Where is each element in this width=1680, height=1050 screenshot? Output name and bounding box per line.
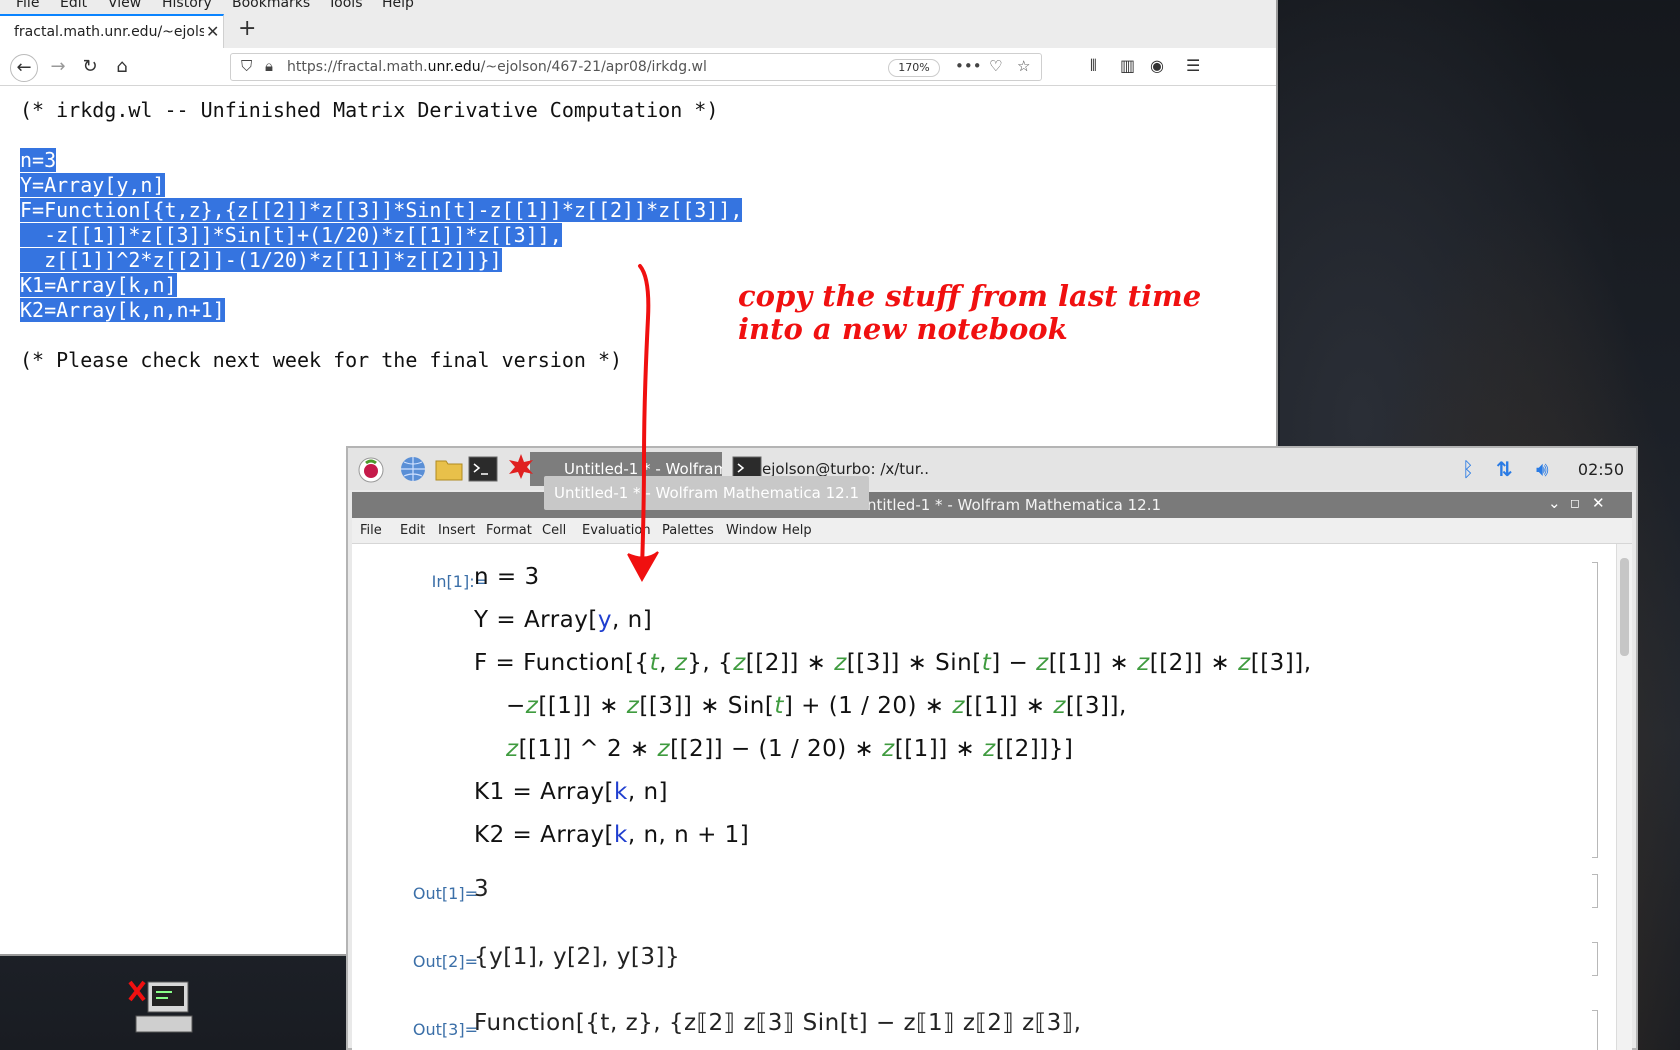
raspberry-pi-vnc-window: Untitled-1 * - Wolfram ... ejolson@turbo…: [346, 446, 1638, 1050]
hamburger-menu-icon[interactable]: ☰: [1186, 56, 1200, 75]
maximize-icon[interactable]: ◻: [1570, 496, 1580, 510]
network-icon[interactable]: ⇅: [1496, 457, 1513, 481]
input-line-k2[interactable]: K2 = Array[k, n, n + 1]: [474, 822, 749, 848]
zoom-level-badge[interactable]: 170%: [888, 59, 940, 77]
volume-icon[interactable]: 🔊︎: [1536, 457, 1549, 481]
mm-menu-help[interactable]: Help: [782, 523, 812, 538]
page-actions-icon[interactable]: •••: [955, 57, 982, 75]
mm-menu-edit[interactable]: Edit: [400, 523, 425, 538]
mm-menu-format[interactable]: Format: [486, 523, 532, 538]
bookmark-star-icon[interactable]: ☆: [1017, 57, 1030, 75]
selected-code-line[interactable]: F=Function[{t,z},{z[[2]]*z[[3]]*Sin[t]-z…: [20, 198, 743, 222]
input-line-k1[interactable]: K1 = Array[k, n]: [474, 779, 668, 805]
selected-code-line[interactable]: K2=Array[k,n,n+1]: [20, 298, 225, 322]
selected-code-line[interactable]: K1=Array[k,n]: [20, 273, 177, 297]
input-line-f1[interactable]: F = Function[{t, z}, {z[[2]] ∗ z[[3]] ∗ …: [474, 650, 1312, 676]
menu-file[interactable]: File: [16, 0, 39, 11]
out2-value: {y[1], y[2], y[3]}: [474, 944, 681, 970]
tab-title: fractal.math.unr.edu/~ejolson: [14, 24, 204, 40]
notebook-scrollbar[interactable]: [1616, 544, 1632, 1050]
shield-icon[interactable]: ⛉: [241, 57, 252, 75]
source-header-comment: (* irkdg.wl -- Unfinished Matrix Derivat…: [20, 98, 719, 122]
new-tab-icon[interactable]: +: [238, 16, 256, 41]
account-icon[interactable]: ◉: [1150, 56, 1164, 75]
menu-history[interactable]: History: [162, 0, 212, 11]
notebook-area[interactable]: In[1]:= n = 3 Y = Array[y, n] F = Functi…: [352, 544, 1632, 1050]
tab-irkdg[interactable]: fractal.math.unr.edu/~ejolson ✕: [0, 14, 224, 48]
menu-view[interactable]: View: [108, 0, 141, 11]
out3-cell-bracket[interactable]: [1592, 1010, 1598, 1050]
out1-label: Out[1]=: [412, 884, 478, 903]
close-icon[interactable]: ✕: [1592, 494, 1605, 512]
mathematica-spikey-icon: [509, 454, 533, 479]
out1-value: 3: [474, 876, 490, 902]
out3-value: Function[{t, z}, {z⟦2⟧ z⟦3⟧ Sin[t] − z⟦1…: [474, 1010, 1082, 1036]
file-manager-folder-icon[interactable]: [434, 455, 464, 483]
red-arrow-annotation: [627, 264, 659, 583]
out1-cell-bracket[interactable]: [1592, 874, 1598, 908]
input-line-f2[interactable]: −z[[1]] ∗ z[[3]] ∗ Sin[t] + (1 / 20) ∗ z…: [506, 693, 1127, 719]
input-line-f3[interactable]: z[[1]] ^ 2 ∗ z[[2]] − (1 / 20) ∗ z[[1]] …: [506, 736, 1073, 762]
selected-code-line[interactable]: z[[1]]^2*z[[2]]-(1/20)*z[[1]]*z[[2]]}]: [20, 248, 502, 272]
mm-menu-insert[interactable]: Insert: [438, 523, 475, 538]
taskbar-tooltip: Untitled-1 * - Wolfram Mathematica 12.1: [544, 476, 870, 510]
firefox-menubar: File Edit View History Bookmarks Tools H…: [0, 0, 1276, 14]
menu-bookmarks[interactable]: Bookmarks: [232, 0, 310, 11]
navigation-toolbar: ← → ↻ ⌂ ⛉ 🔒︎ https://fractal.math.unr.ed…: [0, 48, 1276, 86]
reload-icon[interactable]: ↻: [76, 54, 104, 82]
mm-menu-window[interactable]: Window: [726, 523, 777, 538]
input-line-n[interactable]: n = 3: [474, 564, 540, 590]
raspberry-menu-icon[interactable]: [356, 455, 386, 483]
url-bar[interactable]: ⛉ 🔒︎ https://fractal.math.unr.edu/~ejols…: [230, 53, 1042, 81]
menu-help[interactable]: Help: [382, 0, 414, 11]
home-icon[interactable]: ⌂: [108, 54, 136, 82]
handwritten-annotation: copy the stuff from last time into a new…: [738, 280, 1201, 346]
clock: 02:50: [1577, 460, 1624, 479]
selected-code-line[interactable]: Y=Array[y,n]: [20, 173, 165, 197]
mm-menu-file[interactable]: File: [360, 523, 382, 538]
tab-strip: fractal.math.unr.edu/~ejolson ✕ +: [0, 14, 1276, 48]
window-title: Untitled-1 * - Wolfram Mathematica 12.1: [856, 496, 1162, 514]
mm-menu-cell[interactable]: Cell: [542, 523, 566, 538]
out2-cell-bracket[interactable]: [1592, 942, 1598, 976]
close-tab-icon[interactable]: ✕: [206, 22, 219, 41]
terminal-icon[interactable]: [468, 455, 498, 483]
out3-label: Out[3]=: [412, 1020, 478, 1039]
annotation-line-1: copy the stuff from last time: [738, 279, 1202, 313]
selected-code-line[interactable]: n=3: [20, 148, 57, 172]
scrollbar-thumb[interactable]: [1620, 558, 1629, 656]
annotation-line-2: into a new notebook: [738, 312, 1068, 346]
lock-icon: 🔒︎: [265, 57, 273, 75]
input-cell-bracket[interactable]: [1592, 562, 1598, 858]
bluetooth-icon[interactable]: ᛒ: [1462, 457, 1474, 481]
sidebar-icon[interactable]: ▥: [1120, 56, 1135, 75]
menu-tools[interactable]: Tools: [328, 0, 363, 11]
forward-arrow-icon[interactable]: →: [44, 54, 72, 82]
back-arrow-icon[interactable]: ←: [10, 54, 38, 82]
out2-label: Out[2]=: [412, 952, 478, 971]
menu-edit[interactable]: Edit: [60, 0, 87, 11]
mathematica-menubar: File Edit Insert Format Cell Evaluation …: [352, 518, 1632, 544]
pocket-icon[interactable]: ♡: [989, 57, 1002, 75]
library-icon[interactable]: ⫴: [1090, 56, 1097, 76]
selected-code-line[interactable]: -z[[1]]*z[[3]]*Sin[t]+(1/20)*z[[1]]*z[[3…: [20, 223, 562, 247]
lxde-taskbar: Untitled-1 * - Wolfram ... ejolson@turbo…: [348, 448, 1636, 490]
desktop-computer-icon[interactable]: [128, 978, 200, 1036]
web-browser-globe-icon[interactable]: [398, 455, 428, 483]
minimize-icon[interactable]: ⌄: [1548, 494, 1561, 512]
input-line-y[interactable]: Y = Array[y, n]: [474, 607, 652, 633]
url-text[interactable]: https://fractal.math.unr.edu/~ejolson/46…: [287, 59, 707, 75]
